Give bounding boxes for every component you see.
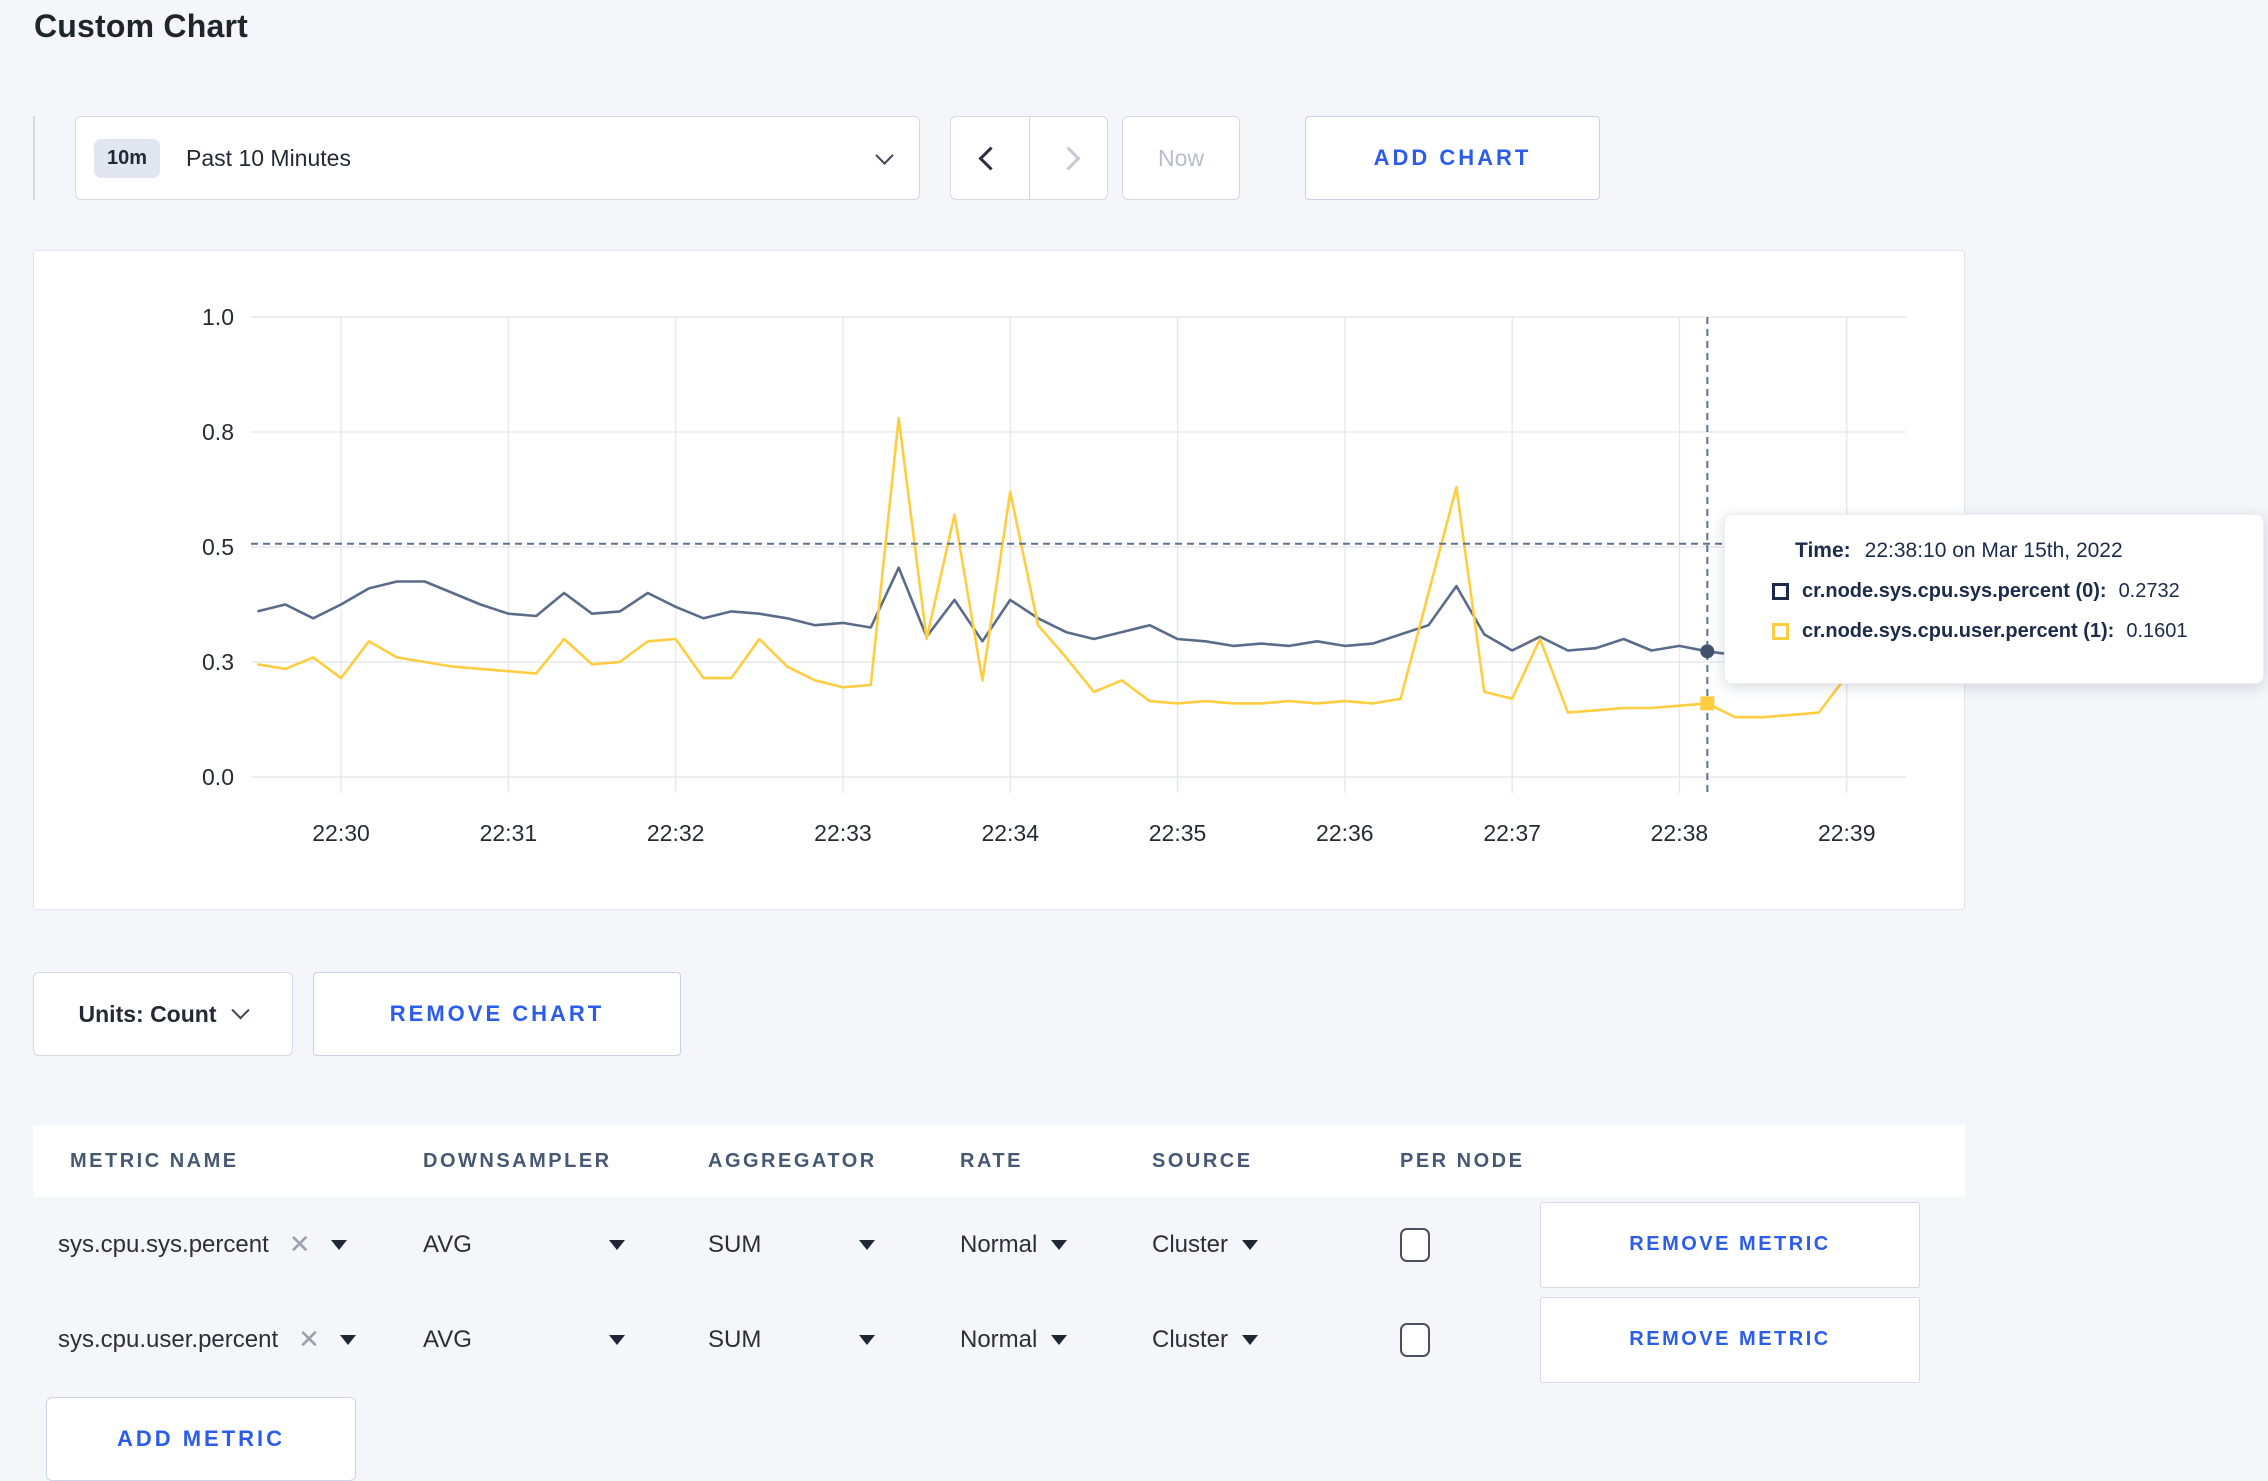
per-node-checkbox[interactable] [1400,1227,1430,1262]
remove-metric-button[interactable]: REMOVE METRIC [1540,1201,1920,1288]
aggregator-value: SUM [708,1230,762,1258]
y-axis-tick-label: 0.5 [202,534,234,560]
y-axis-tick-label: 0.0 [202,764,234,790]
prev-time-button[interactable] [951,117,1029,199]
line-chart: 0.0 0.3 0.5 0.8 1.0 22:30 22:31 22:32 22:33 22:34… [202,304,1906,846]
x-axis-tick-label: 22:33 [814,820,872,846]
metrics-table: METRIC NAME DOWNSAMPLER AGGREGATOR RATE … [33,1125,1965,1481]
units-dropdown[interactable]: Units: Count [33,972,293,1056]
chart-panel: 0.0 0.3 0.5 0.8 1.0 22:30 22:31 22:32 22:33 22:34… [33,250,2264,910]
toolbar-accent-divider [33,116,35,200]
series-0-label: cr.node.sys.cpu.sys.percent (0): [1802,580,2107,602]
downsampler-value: AVG [423,1230,472,1258]
x-axis-tick-label: 22:31 [480,820,538,846]
source-value: Cluster [1152,1230,1229,1258]
x-axis-tick-label: 22:32 [647,820,705,846]
header-downsampler: DOWNSAMPLER [423,1149,612,1172]
series-line-0 [257,566,1903,657]
add-metric-button[interactable]: ADD METRIC [46,1397,356,1481]
metric-name-value: sys.cpu.user.percent [58,1325,279,1353]
y-axis-tick-label: 0.3 [202,649,234,675]
chevron-left-icon [977,145,1003,171]
chart-footer: Units: Count REMOVE CHART [33,972,681,1056]
caret-down-icon [1051,1334,1068,1345]
per-node-checkbox[interactable] [1400,1322,1430,1357]
caret-down-icon[interactable] [609,1334,625,1345]
remove-metric-x-icon[interactable]: ✕ [289,1229,311,1260]
chevron-down-icon [231,1000,251,1019]
series-0-value: 0.2732 [2118,580,2180,602]
caret-down-icon [1242,1239,1259,1250]
series-1-value: 0.1601 [2126,620,2188,642]
series-1-legend-swatch [1772,623,1789,640]
source-value: Cluster [1152,1325,1229,1353]
header-aggregator: AGGREGATOR [708,1149,877,1172]
remove-metric-x-icon[interactable]: ✕ [298,1324,320,1355]
remove-metric-button[interactable]: REMOVE METRIC [1540,1296,1920,1383]
caret-down-icon[interactable] [339,1334,356,1345]
x-axis-tick-label: 22:39 [1818,820,1876,846]
caret-down-icon[interactable] [859,1334,875,1345]
tooltip-time-value: 22:38:10 on Mar 15th, 2022 [1864,539,2123,562]
tooltip-time-label: Time: [1795,539,1851,562]
x-axis-tick-label: 22:37 [1483,820,1541,846]
metric-row: sys.cpu.user.percent ✕ AVG SUM Normal Cl… [33,1292,1965,1387]
chevron-down-icon [875,145,894,165]
x-axis-tick-label: 22:36 [1316,820,1374,846]
x-axis-tick-label: 22:30 [312,820,370,846]
units-label: Units: Count [78,1000,217,1027]
rate-value: Normal [960,1325,1038,1353]
chart-tooltip: Time: 22:38:10 on Mar 15th, 2022 cr.node… [1724,514,2264,684]
metric-name-value: sys.cpu.sys.percent [58,1230,269,1258]
now-button[interactable]: Now [1122,116,1240,200]
next-time-button[interactable] [1029,117,1107,199]
header-source: SOURCE [1152,1149,1253,1172]
downsampler-value: AVG [423,1325,472,1353]
caret-down-icon [1051,1239,1068,1250]
y-axis-tick-label: 1.0 [202,304,234,330]
caret-down-icon [1242,1334,1259,1345]
y-axis-tick-label: 0.8 [202,419,234,445]
series-1-label: cr.node.sys.cpu.user.percent (1): [1802,620,2115,642]
remove-chart-button[interactable]: REMOVE CHART [313,972,681,1056]
add-chart-button[interactable]: ADD CHART [1305,116,1600,200]
metric-row: sys.cpu.sys.percent ✕ AVG SUM Normal Clu… [33,1197,1965,1292]
header-rate: RATE [960,1149,1023,1172]
caret-down-icon[interactable] [609,1239,625,1250]
toolbar: 10m Past 10 Minutes Now ADD CHART [33,116,1600,200]
x-axis-tick-label: 22:35 [1149,820,1207,846]
time-range-label: Past 10 Minutes [186,144,351,171]
time-pager [950,116,1108,200]
rate-dropdown[interactable]: Normal [960,1231,1152,1259]
source-dropdown[interactable]: Cluster [1152,1231,1400,1259]
chevron-right-icon [1056,145,1081,171]
caret-down-icon[interactable] [859,1239,875,1250]
x-axis-tick-label: 22:38 [1651,820,1709,846]
aggregator-value: SUM [708,1325,762,1353]
series-0-hover-dot [1700,644,1715,659]
rate-value: Normal [960,1230,1038,1258]
page-title: Custom Chart [34,8,248,44]
time-range-dropdown[interactable]: 10m Past 10 Minutes [75,116,920,200]
source-dropdown[interactable]: Cluster [1152,1326,1400,1354]
header-metric-name: METRIC NAME [70,1149,239,1172]
header-per-node: PER NODE [1400,1149,1525,1172]
rate-dropdown[interactable]: Normal [960,1326,1152,1354]
series-0-legend-swatch [1772,583,1789,600]
x-axis-tick-label: 22:34 [981,820,1039,846]
chart-plot[interactable]: 0.0 0.3 0.5 0.8 1.0 22:30 22:31 22:32 22:33 22:34… [34,251,1966,916]
series-line-1 [257,416,1904,719]
metrics-table-header: METRIC NAME DOWNSAMPLER AGGREGATOR RATE … [33,1125,1965,1197]
series-1-hover-dot [1700,696,1715,711]
time-range-badge: 10m [94,138,161,178]
caret-down-icon[interactable] [330,1239,347,1250]
